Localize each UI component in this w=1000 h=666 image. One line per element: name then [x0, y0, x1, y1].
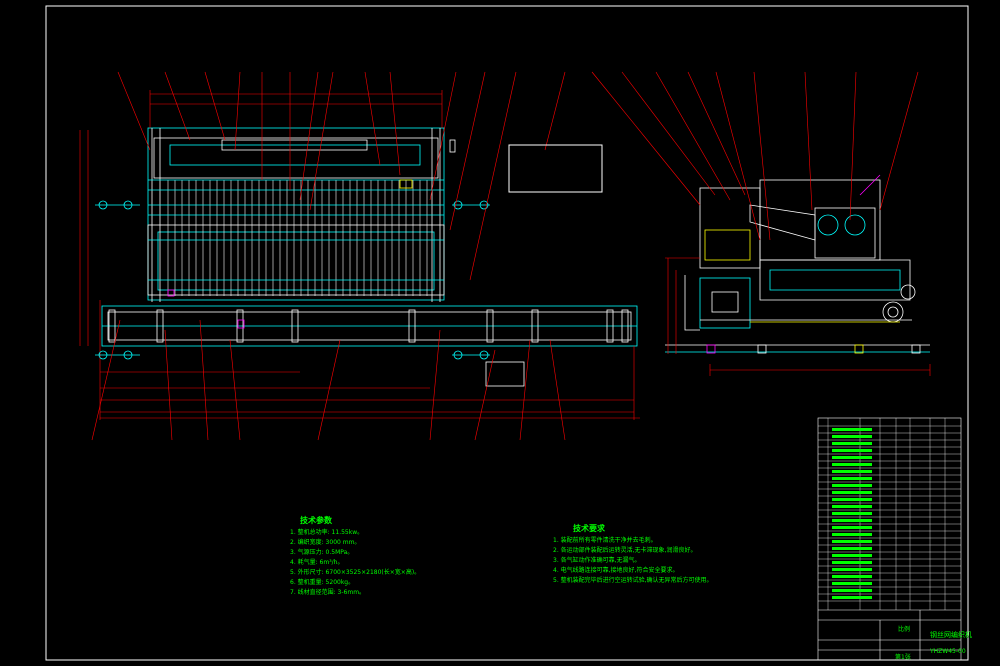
parts-list-entry: [832, 428, 872, 431]
parts-list-entry: [832, 554, 872, 557]
parts-list-entry: [832, 540, 872, 543]
drawing-number: YHZW45-00: [930, 648, 966, 655]
requirement-line-4: 4. 电气线路连接可靠,接地良好,符合安全要求。: [553, 567, 679, 574]
requirement-line-3: 3. 各气缸动作准确可靠,无漏气。: [553, 557, 641, 564]
parts-list-entry: [832, 456, 872, 459]
parts-list-entry: [832, 526, 872, 529]
parts-list-entry: [832, 463, 872, 466]
parts-list-entry: [832, 477, 872, 480]
scale-label: 比例: [898, 626, 911, 633]
param-line-4: 4. 耗气量: 6m³/h。: [290, 559, 344, 566]
param-line-5: 5. 外形尺寸: 6700×3525×2180(长×宽×高)。: [290, 569, 421, 576]
drawing-name: 钢丝网编织机: [930, 631, 972, 639]
requirement-line-2: 2. 各运动部件装配后运转灵活,无卡滞现象,润滑良好。: [553, 547, 697, 554]
requirement-line-1: 1. 装配前所有零件清洗干净并去毛刺。: [553, 537, 657, 544]
parts-list-entry: [832, 561, 872, 564]
param-line-3: 3. 气源压力: 0.5MPa。: [290, 549, 354, 556]
parts-list-entry: [832, 568, 872, 571]
requirement-line-5: 5. 整机装配完毕后进行空运转试验,确认无异常后方可使用。: [553, 577, 713, 584]
parts-list-entry: [832, 435, 872, 438]
param-line-2: 2. 编织宽度: 3000 mm。: [290, 539, 361, 546]
parts-list-entry: [832, 589, 872, 592]
parts-list-entry: [832, 596, 872, 599]
cad-drawing: [0, 0, 1000, 666]
parts-list-entry: [832, 512, 872, 515]
parts-list-entry: [832, 442, 872, 445]
parts-list-entry: [832, 505, 872, 508]
params-list: 1. 整机总功率: 11.55kw。 2. 编织宽度: 3000 mm。 3. 气源…: [290, 528, 420, 598]
param-line-6: 6. 整机重量: 5200kg。: [290, 579, 355, 586]
parts-list-entry: [832, 498, 872, 501]
parts-list-entry: [832, 449, 872, 452]
parts-list-entry: [832, 491, 872, 494]
sheet-label: 第1张: [895, 654, 911, 661]
params-title: 技术参数: [300, 516, 332, 525]
parts-list-entry: [832, 533, 872, 536]
parts-list-entry: [832, 484, 872, 487]
parts-list-entry: [832, 547, 872, 550]
parts-list-entry: [832, 582, 872, 585]
requirements-title: 技术要求: [573, 524, 605, 533]
param-line-7: 7. 线材直径范围: 3-6mm。: [290, 589, 366, 596]
parts-list-entry: [832, 519, 872, 522]
param-line-1: 1. 整机总功率: 11.55kw。: [290, 529, 364, 536]
parts-list-entry: [832, 575, 872, 578]
requirements-list: 1. 装配前所有零件清洗干净并去毛刺。 2. 各运动部件装配后运转灵活,无卡滞现象…: [553, 536, 713, 586]
parts-list-entry: [832, 470, 872, 473]
